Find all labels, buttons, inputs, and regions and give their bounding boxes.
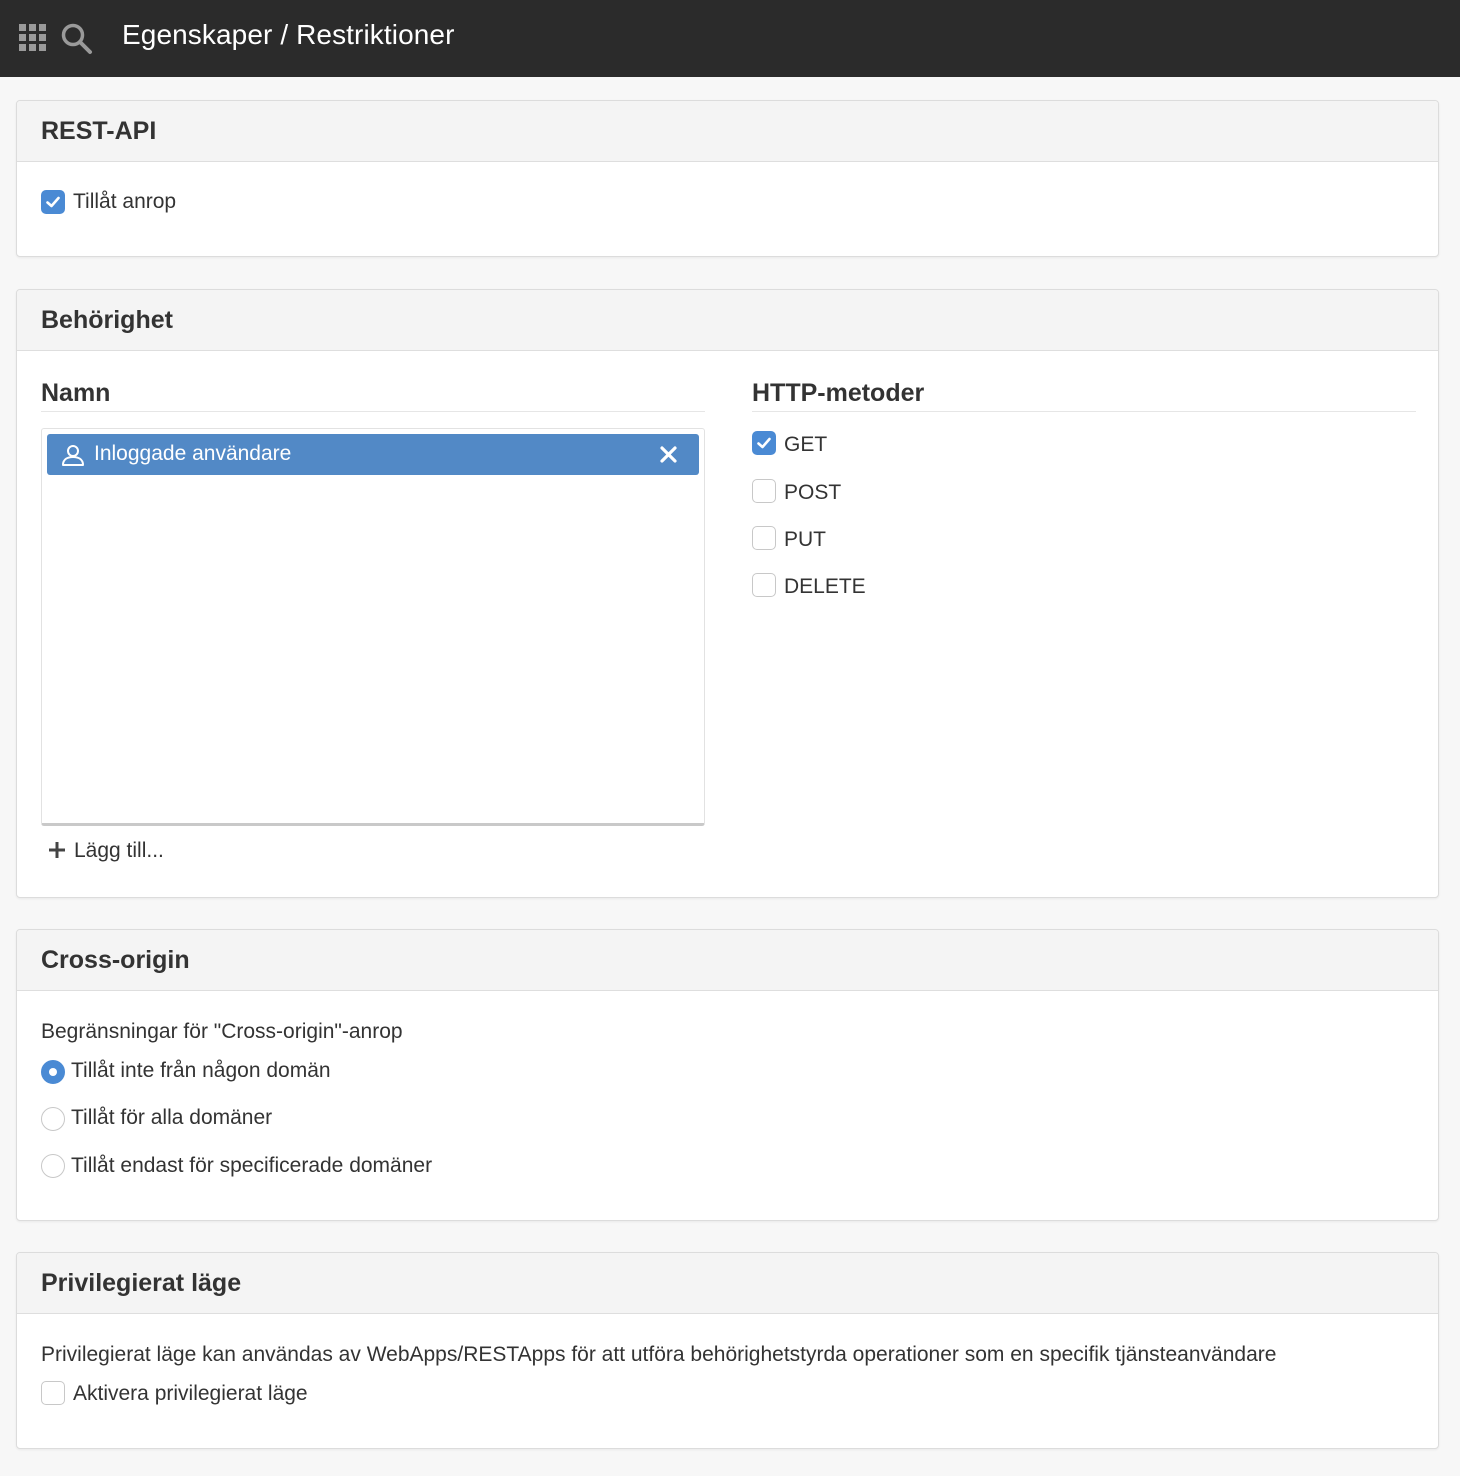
divider bbox=[41, 411, 705, 412]
panel-header: Privilegierat läge bbox=[17, 1253, 1438, 1314]
list-item-label: Inloggade användare bbox=[94, 442, 292, 465]
page-title: Egenskaper / Restriktioner bbox=[122, 19, 455, 50]
activate-privileged-checkbox[interactable] bbox=[41, 1381, 65, 1405]
plus-icon bbox=[49, 842, 65, 858]
user-icon bbox=[62, 445, 84, 466]
activate-privileged-label: Aktivera privilegierat läge bbox=[73, 1382, 308, 1405]
get-label: GET bbox=[784, 433, 828, 456]
allow-calls-checkbox[interactable] bbox=[41, 190, 65, 214]
put-checkbox[interactable] bbox=[752, 526, 776, 550]
name-column-title: Namn bbox=[41, 379, 111, 407]
radio-allow-specified-label: Tillåt endast för specificerade domäner bbox=[71, 1154, 433, 1177]
privileged-mode-panel: Privilegierat läge Privilegierat läge ka… bbox=[16, 1252, 1439, 1449]
panel-title: Cross-origin bbox=[41, 945, 190, 974]
put-label: PUT bbox=[784, 528, 826, 551]
radio-deny-all[interactable] bbox=[41, 1060, 65, 1084]
grid-icon[interactable] bbox=[19, 24, 46, 51]
top-bar: Egenskaper / Restriktioner bbox=[0, 0, 1460, 77]
panel-header: Cross-origin bbox=[17, 930, 1438, 991]
radio-allow-specified[interactable] bbox=[41, 1154, 65, 1178]
http-methods-title: HTTP-metoder bbox=[752, 379, 925, 407]
divider bbox=[752, 411, 1416, 412]
post-label: POST bbox=[784, 481, 842, 504]
permission-list[interactable]: Inloggade användare bbox=[41, 428, 705, 826]
cross-origin-description: Begränsningar för "Cross-origin"-anrop bbox=[41, 1020, 403, 1043]
panel-header: Behörighet bbox=[17, 290, 1438, 351]
add-button-label: Lägg till... bbox=[74, 839, 164, 862]
behorighet-panel: Behörighet Namn Inloggade användare Lägg… bbox=[16, 289, 1439, 898]
search-icon[interactable] bbox=[60, 22, 94, 56]
radio-allow-all[interactable] bbox=[41, 1107, 65, 1131]
get-checkbox[interactable] bbox=[752, 431, 776, 455]
post-checkbox[interactable] bbox=[752, 479, 776, 503]
radio-deny-all-label: Tillåt inte från någon domän bbox=[71, 1059, 331, 1082]
panel-title: Behörighet bbox=[41, 305, 173, 334]
list-item[interactable]: Inloggade användare bbox=[47, 434, 699, 475]
panel-header: REST-API bbox=[17, 101, 1438, 162]
privileged-description: Privilegierat läge kan användas av WebAp… bbox=[41, 1343, 1277, 1366]
delete-checkbox[interactable] bbox=[752, 573, 776, 597]
radio-allow-all-label: Tillåt för alla domäner bbox=[71, 1106, 273, 1129]
close-icon[interactable] bbox=[659, 445, 678, 464]
delete-label: DELETE bbox=[784, 575, 866, 598]
panel-title: Privilegierat läge bbox=[41, 1268, 242, 1297]
cross-origin-panel: Cross-origin Begränsningar för "Cross-or… bbox=[16, 929, 1439, 1221]
panel-title: REST-API bbox=[41, 116, 157, 145]
rest-api-panel: REST-API Tillåt anrop bbox=[16, 100, 1439, 257]
allow-calls-label: Tillåt anrop bbox=[73, 190, 177, 213]
